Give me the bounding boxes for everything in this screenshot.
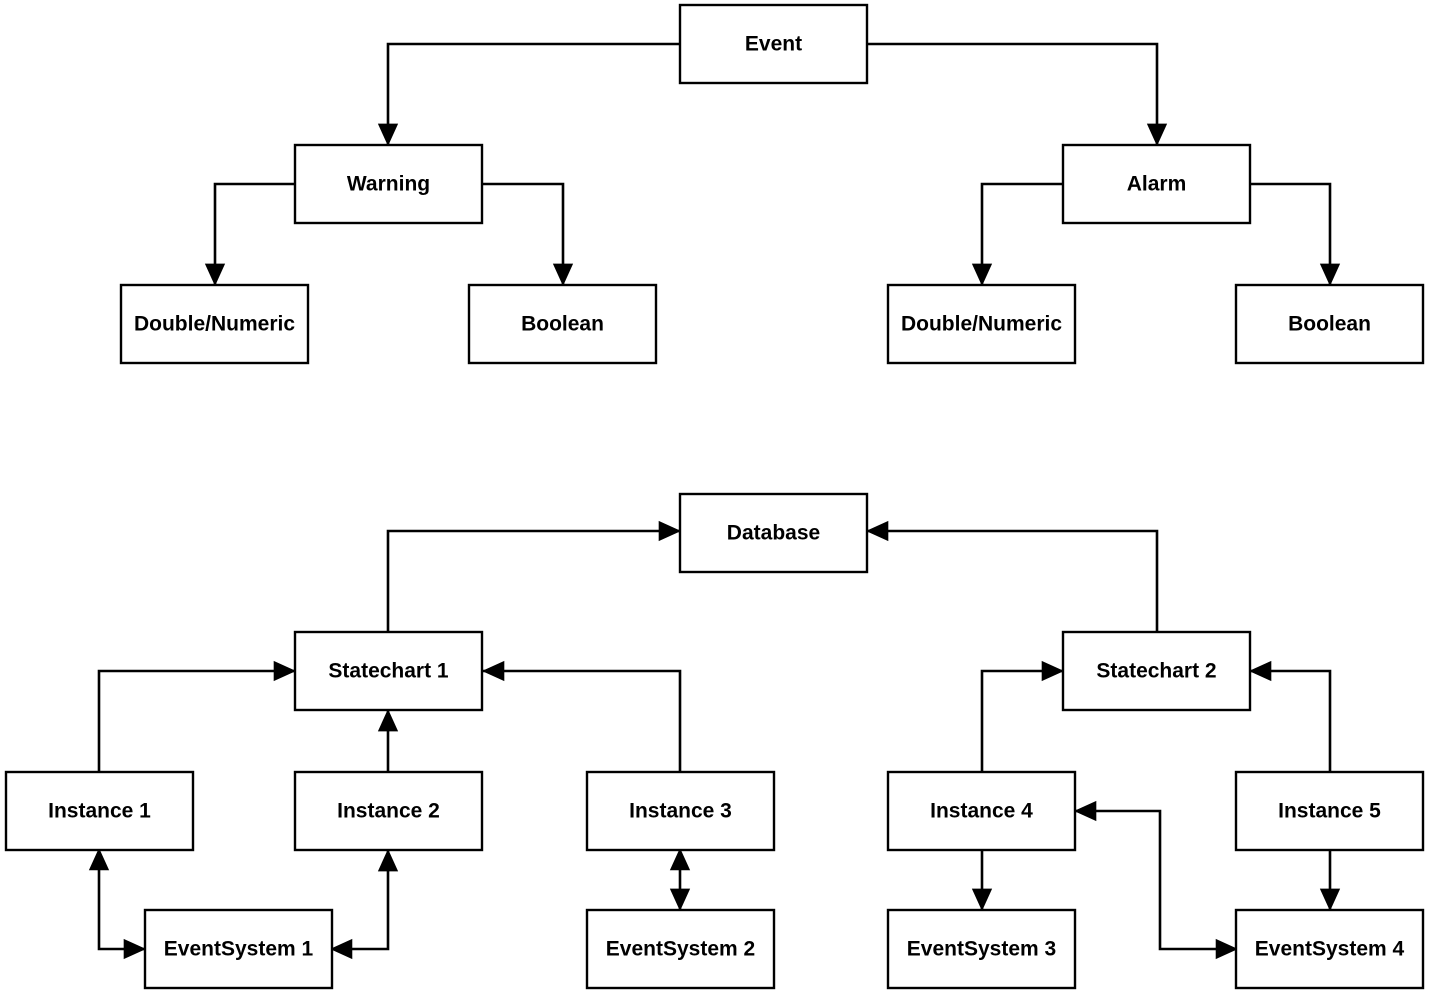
node-label-warn-bool: Boolean bbox=[521, 313, 604, 336]
node-alarm[interactable]: Alarm bbox=[1061, 143, 1252, 225]
node-warn-bool[interactable]: Boolean bbox=[467, 283, 658, 365]
node-label-database: Database bbox=[727, 522, 820, 545]
edge-instance5-to-statechart2 bbox=[1248, 660, 1332, 772]
edge-alarm-to-double bbox=[971, 182, 1063, 287]
node-eventsystem3[interactable]: EventSystem 3 bbox=[886, 908, 1077, 990]
node-statechart2[interactable]: Statechart 2 bbox=[1061, 630, 1252, 712]
node-label-alarm-double: Double/Numeric bbox=[901, 313, 1062, 336]
node-label-warning: Warning bbox=[347, 173, 430, 196]
edge-alarm-to-boolean bbox=[1250, 182, 1341, 287]
node-label-instance1: Instance 1 bbox=[48, 800, 151, 823]
node-label-statechart1: Statechart 1 bbox=[328, 660, 449, 683]
node-eventsystem4[interactable]: EventSystem 4 bbox=[1234, 908, 1425, 990]
edge-statechart2-to-database bbox=[865, 520, 1159, 632]
node-label-eventsystem4: EventSystem 4 bbox=[1255, 938, 1405, 961]
edge-event-to-alarm bbox=[867, 42, 1168, 147]
edge-instance4-to-statechart2 bbox=[980, 660, 1065, 772]
node-alarm-bool[interactable]: Boolean bbox=[1234, 283, 1425, 365]
node-instance2[interactable]: Instance 2 bbox=[293, 770, 484, 852]
node-eventsystem1[interactable]: EventSystem 1 bbox=[143, 908, 334, 990]
node-database[interactable]: Database bbox=[678, 492, 869, 574]
node-label-instance4: Instance 4 bbox=[930, 800, 1033, 823]
node-statechart1[interactable]: Statechart 1 bbox=[293, 630, 484, 712]
diagram-canvas: Event Warning Alarm Double/Numeric Boolean Do… bbox=[0, 0, 1431, 995]
node-instance1[interactable]: Instance 1 bbox=[4, 770, 195, 852]
node-label-eventsystem3: EventSystem 3 bbox=[907, 938, 1056, 961]
edge-statechart1-to-database bbox=[386, 520, 682, 632]
node-label-alarm: Alarm bbox=[1127, 173, 1187, 196]
edge-warning-to-double bbox=[204, 182, 295, 287]
node-label-instance5: Instance 5 bbox=[1278, 800, 1381, 823]
node-label-eventsystem1: EventSystem 1 bbox=[164, 938, 314, 961]
node-alarm-double[interactable]: Double/Numeric bbox=[886, 283, 1077, 365]
edge-eventsystem4-instance4 bbox=[1073, 800, 1239, 960]
node-label-event: Event bbox=[745, 33, 802, 56]
node-label-eventsystem2: EventSystem 2 bbox=[606, 938, 755, 961]
edge-instance1-eventsystem1 bbox=[88, 847, 147, 960]
edge-event-to-warning bbox=[377, 42, 680, 147]
node-warning[interactable]: Warning bbox=[293, 143, 484, 225]
node-warn-double[interactable]: Double/Numeric bbox=[119, 283, 310, 365]
edge-instance1-to-statechart1 bbox=[97, 660, 297, 772]
node-instance3[interactable]: Instance 3 bbox=[585, 770, 776, 852]
nodes-layer: Event Warning Alarm Double/Numeric Boolean Do… bbox=[4, 3, 1425, 990]
node-label-statechart2: Statechart 2 bbox=[1096, 660, 1216, 683]
node-instance4[interactable]: Instance 4 bbox=[886, 770, 1077, 852]
node-label-instance2: Instance 2 bbox=[337, 800, 440, 823]
edge-eventsystem1-instance2 bbox=[329, 848, 399, 960]
edge-warning-to-boolean bbox=[482, 182, 574, 287]
node-eventsystem2[interactable]: EventSystem 2 bbox=[585, 908, 776, 990]
edge-instance3-to-statechart1 bbox=[481, 660, 682, 772]
node-instance5[interactable]: Instance 5 bbox=[1234, 770, 1425, 852]
diagram-svg: Event Warning Alarm Double/Numeric Boolean Do… bbox=[4, 3, 1425, 990]
node-label-instance3: Instance 3 bbox=[629, 800, 732, 823]
node-event[interactable]: Event bbox=[678, 3, 869, 85]
node-label-alarm-bool: Boolean bbox=[1288, 313, 1371, 336]
node-label-warn-double: Double/Numeric bbox=[134, 313, 295, 336]
